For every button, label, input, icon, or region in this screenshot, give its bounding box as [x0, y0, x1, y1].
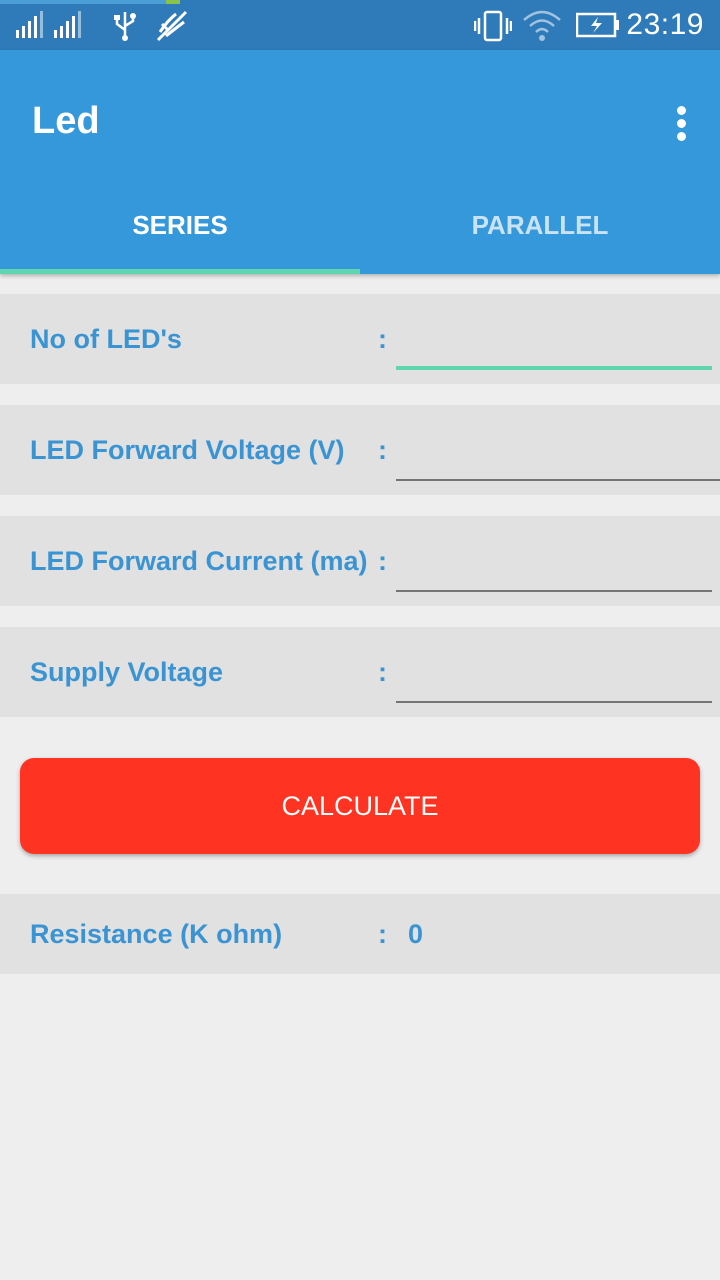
result-colon: : [378, 919, 387, 949]
field-row-no-of-leds: No of LED's : [0, 294, 720, 384]
vibrate-icon [474, 10, 512, 42]
tab-parallel-label: PARALLEL [471, 210, 609, 240]
wifi-icon [523, 10, 561, 41]
no-of-leds-input[interactable] [396, 314, 712, 370]
resistance-value: 0 [408, 919, 424, 949]
signal-icon [16, 11, 43, 38]
tab-indicator [0, 269, 360, 274]
download-progress [0, 0, 180, 4]
signal-icon [54, 11, 81, 38]
field-label: No of LED's [30, 324, 182, 354]
status-time: 23:19 [626, 8, 704, 41]
forward-voltage-input[interactable] [396, 425, 720, 481]
tab-series-label: SERIES [132, 210, 228, 240]
app-title: Led [32, 100, 100, 142]
tab-parallel[interactable]: PARALLEL [360, 190, 720, 274]
field-label: LED Forward Voltage (V) [30, 435, 345, 465]
usb-icon [114, 12, 136, 41]
result-label: Resistance (K ohm) [30, 919, 283, 949]
field-colon: : [378, 546, 387, 576]
more-vert-icon[interactable] [672, 104, 692, 144]
status-bar: 23:19 [0, 0, 720, 50]
supply-voltage-input[interactable] [396, 647, 712, 703]
field-colon: : [378, 657, 387, 687]
forward-current-input[interactable] [396, 536, 712, 592]
field-colon: : [378, 324, 387, 354]
tab-series[interactable]: SERIES [0, 190, 360, 274]
result-row: Resistance (K ohm) : 0 [0, 894, 720, 974]
calculate-button[interactable]: CALCULATE [20, 758, 700, 854]
field-row-supply-voltage: Supply Voltage : [0, 627, 720, 717]
field-label: LED Forward Current (ma) [30, 546, 368, 576]
field-colon: : [378, 435, 387, 465]
mic-off-icon [156, 10, 188, 42]
app-bar: Led SERIES PARALLEL [0, 50, 720, 274]
field-label: Supply Voltage [30, 657, 224, 687]
battery-charging-icon [576, 12, 619, 38]
field-row-forward-current: LED Forward Current (ma) : [0, 516, 720, 606]
field-row-forward-voltage: LED Forward Voltage (V) : [0, 405, 720, 495]
